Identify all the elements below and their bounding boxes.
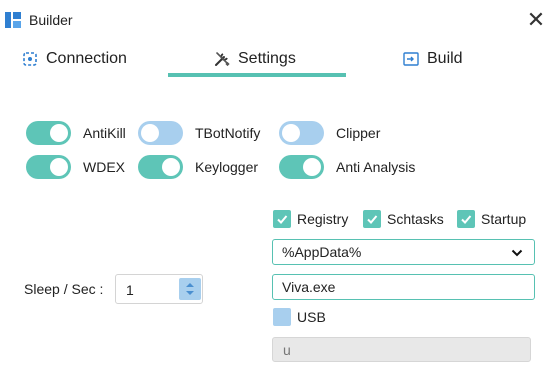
checkmark-icon <box>461 215 472 224</box>
toggle-label: Anti Analysis <box>336 159 416 175</box>
checkbox-usb[interactable]: USB <box>273 308 326 326</box>
toggle-label: TBotNotify <box>195 125 261 141</box>
toggle-wdex[interactable]: WDEX <box>26 155 125 179</box>
toggle-switch[interactable] <box>279 121 324 145</box>
checkmark-icon <box>277 215 288 224</box>
toggle-label: Keylogger <box>195 159 259 175</box>
toggle-anti-analysis[interactable]: Anti Analysis <box>279 155 415 179</box>
checkmark-icon <box>367 215 378 224</box>
checkbox-box[interactable] <box>273 308 291 326</box>
usb-name-input <box>272 337 531 362</box>
checkbox-label: Registry <box>297 211 349 227</box>
close-button[interactable]: ✕ <box>522 6 550 34</box>
toggle-switch[interactable] <box>26 121 71 145</box>
tools-icon <box>215 52 230 67</box>
title-bar: Builder ✕ <box>0 0 556 40</box>
install-path-select[interactable]: %AppData% <box>272 239 535 265</box>
sleep-spinner[interactable] <box>115 274 203 304</box>
install-path-value: %AppData% <box>282 244 362 260</box>
tab-settings-label: Settings <box>238 50 296 67</box>
sleep-input[interactable] <box>126 281 166 299</box>
tab-build-label: Build <box>427 50 463 67</box>
checkbox-label: USB <box>297 309 326 325</box>
checkbox-registry[interactable]: Registry <box>273 210 348 228</box>
checkbox-box[interactable] <box>363 210 381 228</box>
up-down-arrows-icon <box>186 283 194 295</box>
toggle-tbotnotify[interactable]: TBotNotify <box>138 121 260 145</box>
tab-connection-label: Connection <box>46 50 127 67</box>
app-icon <box>5 12 21 28</box>
file-name-input[interactable] <box>272 274 535 300</box>
toggle-switch[interactable] <box>138 155 183 179</box>
tab-build[interactable]: Build <box>402 46 463 72</box>
checkbox-startup[interactable]: Startup <box>457 210 526 228</box>
toggle-antikill[interactable]: AntiKill <box>26 121 126 145</box>
checkbox-box[interactable] <box>457 210 475 228</box>
connection-icon <box>23 52 37 66</box>
toggle-switch[interactable] <box>279 155 324 179</box>
active-tab-indicator <box>168 73 346 77</box>
sleep-label: Sleep / Sec : <box>24 281 104 297</box>
toggle-label: AntiKill <box>83 125 126 141</box>
tab-settings[interactable]: Settings <box>213 46 296 72</box>
checkbox-label: Schtasks <box>387 211 444 227</box>
tab-connection[interactable]: Connection <box>21 46 127 72</box>
checkbox-schtasks[interactable]: Schtasks <box>363 210 444 228</box>
checkbox-box[interactable] <box>273 210 291 228</box>
toggle-switch[interactable] <box>138 121 183 145</box>
build-icon <box>403 52 419 66</box>
toggle-label: WDEX <box>83 159 125 175</box>
toggle-keylogger[interactable]: Keylogger <box>138 155 258 179</box>
chevron-down-icon <box>511 249 523 257</box>
toggle-label: Clipper <box>336 125 381 141</box>
spin-button[interactable] <box>179 278 201 300</box>
window-title: Builder <box>29 12 73 28</box>
toggle-clipper[interactable]: Clipper <box>279 121 380 145</box>
checkbox-label: Startup <box>481 211 527 227</box>
toggle-switch[interactable] <box>26 155 71 179</box>
